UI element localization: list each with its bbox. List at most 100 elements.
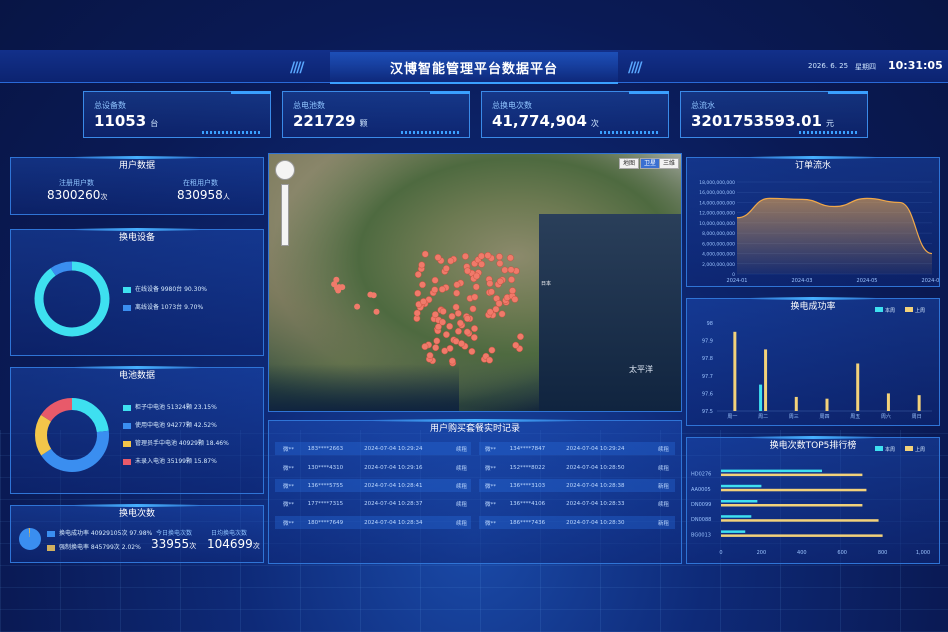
station-marker[interactable] <box>446 322 454 330</box>
station-marker[interactable] <box>469 305 477 313</box>
station-marker[interactable] <box>509 287 516 295</box>
station-marker[interactable] <box>487 288 495 296</box>
station-marker[interactable] <box>463 328 471 336</box>
station-marker[interactable] <box>373 308 380 315</box>
station-marker[interactable] <box>511 295 519 303</box>
station-marker[interactable] <box>420 298 427 306</box>
station-marker[interactable] <box>484 252 492 259</box>
station-marker[interactable] <box>496 277 504 285</box>
station-marker[interactable] <box>432 344 440 352</box>
station-marker[interactable] <box>486 356 493 364</box>
station-marker[interactable] <box>506 254 514 262</box>
station-marker[interactable] <box>507 266 515 274</box>
station-marker[interactable] <box>431 276 439 284</box>
station-marker[interactable] <box>508 276 515 284</box>
station-marker[interactable] <box>464 267 472 275</box>
record-cell: 微** <box>485 465 497 472</box>
legend-label: 本周 <box>885 307 895 314</box>
station-marker[interactable] <box>471 293 479 301</box>
station-marker[interactable] <box>418 261 426 269</box>
station-marker[interactable] <box>354 303 361 310</box>
hbar-上周 <box>721 519 879 522</box>
station-marker[interactable] <box>421 250 429 258</box>
x-tick-label: 400 <box>797 550 807 556</box>
station-marker[interactable] <box>439 307 447 315</box>
station-marker[interactable] <box>517 333 524 341</box>
y-tick-label: 16,000,000,000 <box>699 190 735 196</box>
station-marker[interactable] <box>413 309 421 317</box>
station-marker[interactable] <box>414 289 422 297</box>
station-marker[interactable] <box>442 265 450 272</box>
station-marker[interactable] <box>512 341 520 349</box>
kpi-value: 11053 台 <box>94 112 159 130</box>
station-marker[interactable] <box>453 281 461 289</box>
hbar-本周 <box>721 530 746 533</box>
record-row: 微** 136****4106 2024-07-04 10:28:33 续租 <box>481 495 673 513</box>
kpi-value: 221729 颗 <box>293 112 368 130</box>
station-marker[interactable] <box>452 303 460 311</box>
station-marker[interactable] <box>335 287 342 294</box>
station-marker[interactable] <box>496 260 504 267</box>
station-marker[interactable] <box>470 334 478 341</box>
station-marker[interactable] <box>477 252 485 260</box>
success-rate-panel: 换电成功率 97.5 97.6 97.7 97.8 97.9 98 周一 周二 周三 周四 周五 周六… <box>686 297 940 426</box>
station-marker[interactable] <box>447 257 455 265</box>
station-marker[interactable] <box>492 305 500 313</box>
record-cell: 177****7315 <box>307 501 344 508</box>
donut-slice <box>50 261 73 276</box>
station-marker[interactable] <box>498 310 506 318</box>
x-tick-label: 周三 <box>789 414 799 420</box>
map-zoom-slider[interactable] <box>281 184 289 246</box>
x-tick-label: 2024-07 <box>922 278 939 284</box>
station-marker[interactable] <box>442 331 450 339</box>
station-marker[interactable] <box>472 283 480 291</box>
station-marker[interactable] <box>486 280 494 287</box>
station-marker[interactable] <box>486 308 494 316</box>
station-marker[interactable] <box>333 276 340 283</box>
x-tick-label: 周二 <box>758 414 768 420</box>
station-marker[interactable] <box>448 312 456 320</box>
station-marker[interactable] <box>501 266 509 274</box>
x-tick-label: 800 <box>878 550 888 556</box>
map-type-3d-button[interactable]: 三维 <box>659 158 680 169</box>
station-marker[interactable] <box>438 285 446 293</box>
dashboard-stage: //// //// 汉博智能管理平台数据平台 2026. 6. 25 星期四 1… <box>0 0 948 632</box>
station-marker[interactable] <box>434 254 442 261</box>
station-marker[interactable] <box>453 289 461 297</box>
station-marker[interactable] <box>367 291 374 298</box>
station-marker[interactable] <box>419 281 426 289</box>
online-users-label: 在租用户数 <box>183 179 218 187</box>
station-marker[interactable] <box>495 300 503 307</box>
map-type-satellite-button[interactable]: 卫星 <box>640 158 661 169</box>
kpi-value: 3201753593.01 元 <box>691 112 834 130</box>
station-marker[interactable] <box>426 352 434 359</box>
swap-count-panel: 换电次数 换电成功率 40929105次 97.98% 强制换电率 845799… <box>10 504 264 563</box>
station-marker[interactable] <box>488 346 496 354</box>
legend-label: 上周 <box>915 446 925 453</box>
station-marker[interactable] <box>468 348 476 355</box>
station-marker[interactable] <box>456 319 464 327</box>
station-map[interactable]: 太平洋 日本 地图 卫星 三维 <box>268 153 682 412</box>
station-marker[interactable] <box>431 286 439 294</box>
station-marker[interactable] <box>448 357 456 365</box>
station-marker[interactable] <box>473 272 481 280</box>
y-tick-label: 14,000,000,000 <box>699 200 735 206</box>
station-marker[interactable] <box>421 343 429 351</box>
station-marker[interactable] <box>414 271 422 278</box>
station-marker[interactable] <box>458 340 465 348</box>
station-marker[interactable] <box>441 347 449 355</box>
bar-上周 <box>764 349 768 411</box>
record-cell: 续租 <box>657 502 669 509</box>
station-marker[interactable] <box>439 318 446 326</box>
station-marker[interactable] <box>478 260 486 268</box>
donut-slice <box>34 261 110 337</box>
map-type-map-button[interactable]: 地图 <box>619 158 640 169</box>
station-marker[interactable] <box>463 315 471 322</box>
station-marker[interactable] <box>454 309 462 317</box>
station-marker[interactable] <box>495 253 503 261</box>
map-pan-control[interactable] <box>275 160 295 180</box>
station-marker[interactable] <box>471 325 478 333</box>
station-marker[interactable] <box>454 327 462 335</box>
station-marker[interactable] <box>433 337 441 345</box>
station-marker[interactable] <box>461 252 469 260</box>
